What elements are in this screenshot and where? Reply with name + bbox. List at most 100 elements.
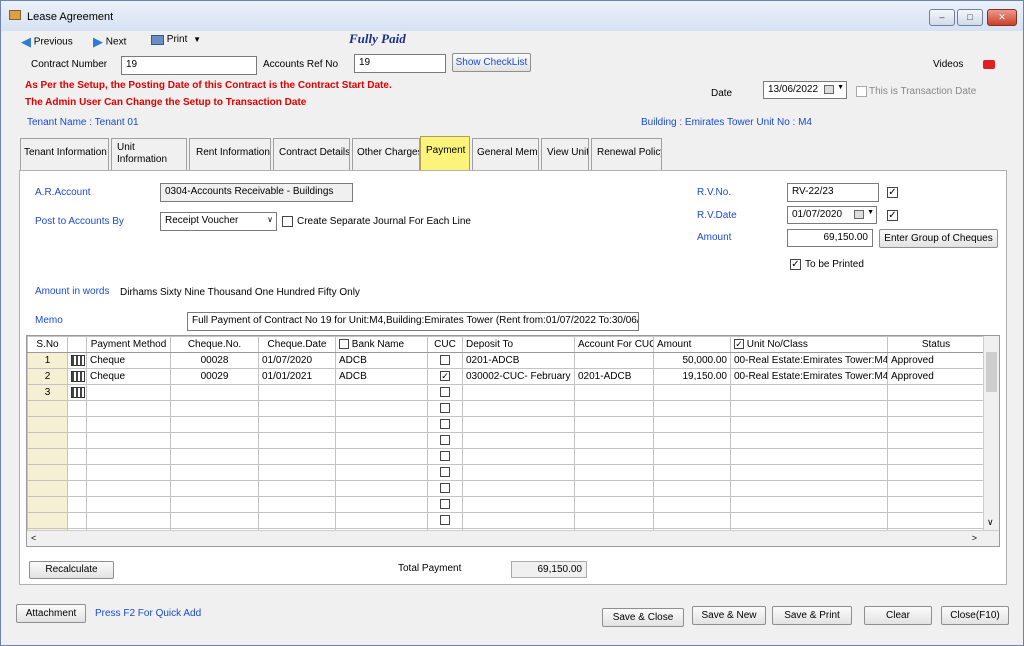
bank-name-cell[interactable]: ADCB <box>335 368 428 385</box>
table-row-empty[interactable] <box>27 464 985 481</box>
empty-cell[interactable] <box>730 416 888 433</box>
scroll-thumb[interactable] <box>986 352 997 392</box>
chevron-down-icon[interactable]: ▼ <box>837 84 844 91</box>
vertical-scrollbar[interactable]: ∨ <box>983 336 999 530</box>
bank-name-checkbox[interactable] <box>339 339 349 350</box>
previous-button[interactable]: ◀ Previous <box>21 34 73 50</box>
bank-name-cell[interactable]: ADCB <box>335 352 428 369</box>
empty-cell[interactable] <box>653 400 731 417</box>
cuc-cell[interactable] <box>427 384 463 401</box>
unit-class-cell[interactable]: 00-Real Estate:Emirates Tower:M4 <box>730 352 888 369</box>
cheque-date-cell[interactable] <box>258 384 336 401</box>
empty-cell[interactable] <box>335 496 428 513</box>
cuc-checkbox[interactable] <box>440 419 450 430</box>
horizontal-scrollbar[interactable]: < > <box>27 530 999 546</box>
grid-detail-icon[interactable] <box>71 354 85 366</box>
empty-cell[interactable] <box>170 464 259 481</box>
empty-cell[interactable] <box>86 464 171 481</box>
rv-date-checkbox[interactable]: ✓ <box>887 210 898 221</box>
empty-cell[interactable] <box>730 480 888 497</box>
tab-general-memo[interactable]: General Memo <box>472 138 539 170</box>
empty-cell[interactable] <box>887 512 985 529</box>
empty-cell[interactable] <box>335 416 428 433</box>
deposit-to-cell[interactable] <box>462 384 575 401</box>
scroll-down-icon[interactable]: ∨ <box>987 517 994 528</box>
amount-cell[interactable] <box>653 384 731 401</box>
col-payment-method[interactable]: Payment Method <box>86 336 171 353</box>
empty-cell[interactable] <box>653 480 731 497</box>
amount-cell[interactable]: 50,000.00 <box>653 352 731 369</box>
empty-cell[interactable] <box>574 512 654 529</box>
empty-cell[interactable] <box>335 480 428 497</box>
rv-no-checkbox[interactable]: ✓ <box>887 187 898 198</box>
col-cheque-date[interactable]: Cheque.Date <box>258 336 336 353</box>
to-be-printed-checkbox[interactable]: ✓ <box>790 259 801 270</box>
ar-account-field[interactable]: 0304-Accounts Receivable - Buildings <box>160 183 353 202</box>
scroll-right-icon[interactable]: > <box>972 533 977 543</box>
empty-cell[interactable] <box>335 512 428 529</box>
save-print-button[interactable]: Save & Print <box>772 606 852 625</box>
status-cell[interactable]: Approved <box>887 352 985 369</box>
table-row-empty[interactable] <box>27 496 985 513</box>
unit-class-cell[interactable] <box>730 384 888 401</box>
rv-no-field[interactable]: RV-22/23 <box>787 183 879 202</box>
empty-cell[interactable] <box>574 416 654 433</box>
cuc-cell[interactable] <box>427 352 463 369</box>
empty-cell[interactable] <box>86 448 171 465</box>
close-button[interactable]: Close(F10) <box>941 606 1009 625</box>
cuc-cell[interactable] <box>427 448 463 465</box>
memo-field[interactable]: Full Payment of Contract No 19 for Unit:… <box>187 312 639 331</box>
youtube-icon[interactable] <box>983 60 995 69</box>
row-icon-cell[interactable] <box>67 384 87 401</box>
grid-detail-icon[interactable] <box>71 386 85 398</box>
empty-cell[interactable] <box>730 432 888 449</box>
empty-cell[interactable] <box>170 448 259 465</box>
empty-cell[interactable] <box>653 448 731 465</box>
empty-cell[interactable] <box>170 416 259 433</box>
tab-payment[interactable]: Payment <box>420 136 470 172</box>
empty-cell[interactable] <box>730 512 888 529</box>
unit-class-cell[interactable]: 00-Real Estate:Emirates Tower:M4 <box>730 368 888 385</box>
rv-date-picker[interactable]: 01/07/2020 ▼ <box>787 206 877 224</box>
cuc-cell[interactable] <box>427 480 463 497</box>
col-cuc-account[interactable]: Account For CUC <box>574 336 654 353</box>
empty-cell[interactable] <box>887 400 985 417</box>
empty-cell[interactable] <box>86 432 171 449</box>
col-sno[interactable]: S.No <box>27 336 68 353</box>
status-cell[interactable] <box>887 384 985 401</box>
maximize-button[interactable]: □ <box>957 9 983 26</box>
tab-rent-information[interactable]: Rent Information <box>189 138 271 170</box>
table-row[interactable]: 3 <box>27 384 985 401</box>
col-amount[interactable]: Amount <box>653 336 731 353</box>
table-row[interactable]: 2 Cheque 00029 01/01/2021 ADCB ✓ 030002-… <box>27 368 985 385</box>
empty-cell[interactable] <box>462 416 575 433</box>
table-row-empty[interactable] <box>27 448 985 465</box>
cuc-cell[interactable] <box>427 432 463 449</box>
cheque-no-cell[interactable] <box>170 384 259 401</box>
empty-cell[interactable] <box>574 480 654 497</box>
empty-cell[interactable] <box>258 432 336 449</box>
empty-cell[interactable] <box>462 496 575 513</box>
row-icon-cell[interactable] <box>67 368 87 385</box>
cuc-checkbox[interactable] <box>440 451 450 462</box>
empty-cell[interactable] <box>574 496 654 513</box>
col-cheque-no[interactable]: Cheque.No. <box>170 336 259 353</box>
separate-journal-checkbox[interactable] <box>282 216 293 227</box>
print-button[interactable]: Print ▼ <box>151 34 201 50</box>
cuc-checkbox[interactable] <box>440 483 450 494</box>
table-row-empty[interactable] <box>27 416 985 433</box>
calendar-icon[interactable] <box>854 210 864 219</box>
cuc-cell[interactable] <box>427 512 463 529</box>
empty-cell[interactable] <box>462 464 575 481</box>
bank-name-cell[interactable] <box>335 384 428 401</box>
empty-cell[interactable] <box>574 464 654 481</box>
cheque-no-cell[interactable]: 00028 <box>170 352 259 369</box>
cheque-no-cell[interactable]: 00029 <box>170 368 259 385</box>
table-row[interactable]: 1 Cheque 00028 01/07/2020 ADCB 0201-ADCB… <box>27 352 985 369</box>
accounts-ref-field[interactable]: 19 <box>354 54 446 73</box>
cuc-cell[interactable] <box>427 464 463 481</box>
empty-cell[interactable] <box>335 400 428 417</box>
empty-cell[interactable] <box>170 496 259 513</box>
empty-cell[interactable] <box>170 512 259 529</box>
amount-cell[interactable]: 19,150.00 <box>653 368 731 385</box>
